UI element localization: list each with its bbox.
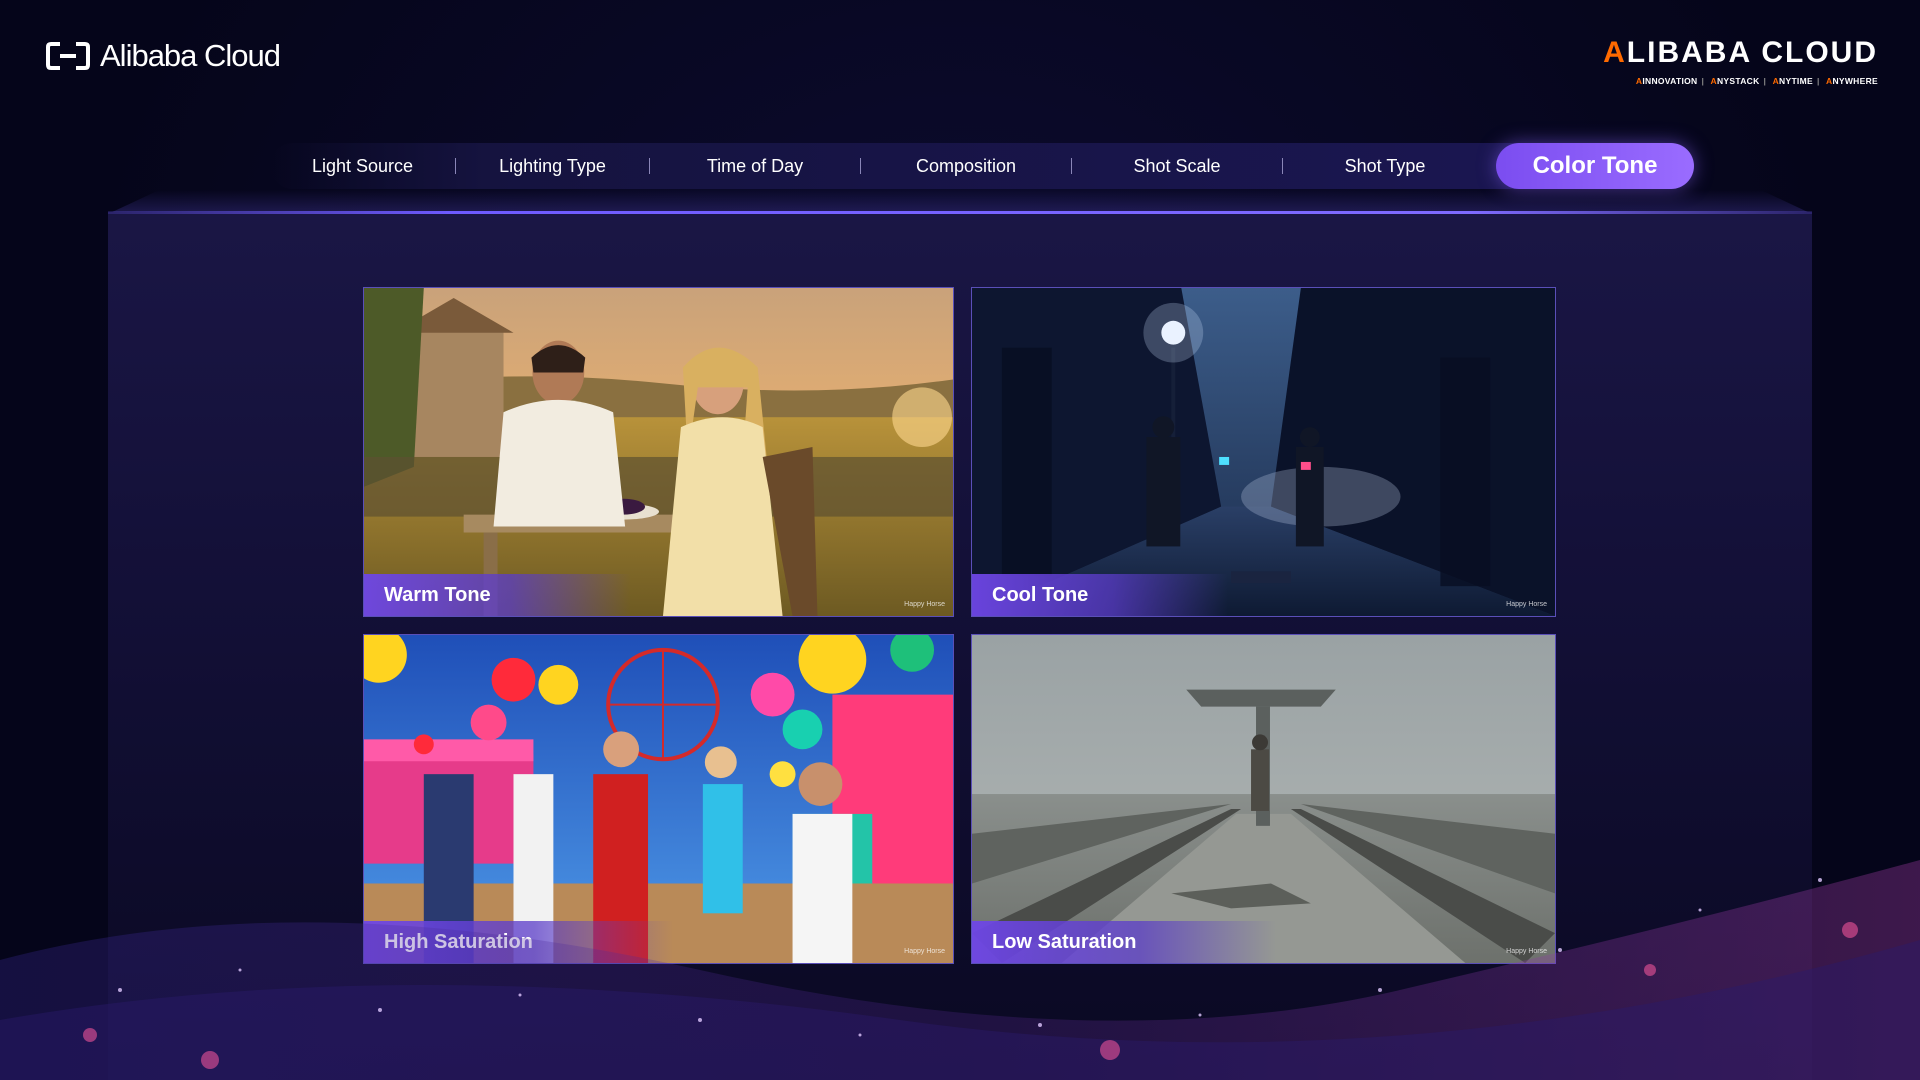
alibaba-cloud-logo-text: Alibaba Cloud [100,38,281,73]
low-saturation-card[interactable]: Low Saturation Happy Horse [971,634,1556,964]
wordmark-tagline: AINNOVATION | ANYSTACK | ANYTIME | ANYWHERE [1635,76,1878,86]
alibaba-cloud-wordmark: ALIBABA CLOUD AINNOVATION | ANYSTACK | ANY… [1603,36,1878,86]
warm-tone-label: Warm Tone [364,574,631,616]
high-saturation-image [364,635,953,963]
watermark: Happy Horse [904,948,945,955]
low-saturation-image [972,635,1555,963]
watermark: Happy Horse [1506,601,1547,608]
wordmark-text: LIBABA CLOUD [1626,36,1878,69]
tab-composition[interactable]: Composition [861,143,1071,189]
tab-shot-scale[interactable]: Shot Scale [1072,143,1282,189]
tab-lighting-type[interactable]: Lighting Type [456,143,649,189]
warm-tone-image [364,288,953,616]
watermark: Happy Horse [904,601,945,608]
tab-time-of-day[interactable]: Time of Day [650,143,860,189]
wordmark-accent-letter: A [1603,36,1627,69]
high-saturation-label: High Saturation [364,921,673,963]
stage-top-line [108,211,1812,214]
high-saturation-card[interactable]: High Saturation Happy Horse [363,634,954,964]
category-nav: Light Source Lighting Type Time of Day C… [270,143,1694,189]
alibaba-cloud-logo-icon [46,42,90,70]
cool-tone-label: Cool Tone [972,574,1229,616]
alibaba-cloud-logo: Alibaba Cloud [46,38,281,74]
tab-color-tone[interactable]: Color Tone [1496,143,1694,189]
tab-shot-type[interactable]: Shot Type [1283,143,1487,189]
cool-tone-card[interactable]: Cool Tone Happy Horse [971,287,1556,617]
tab-light-source[interactable]: Light Source [270,143,455,189]
warm-tone-card[interactable]: Warm Tone Happy Horse [363,287,954,617]
cool-tone-image [972,288,1555,616]
low-saturation-label: Low Saturation [972,921,1277,963]
slide: Alibaba Cloud ALIBABA CLOUD AINNOVATION |… [0,0,1920,1080]
watermark: Happy Horse [1506,948,1547,955]
